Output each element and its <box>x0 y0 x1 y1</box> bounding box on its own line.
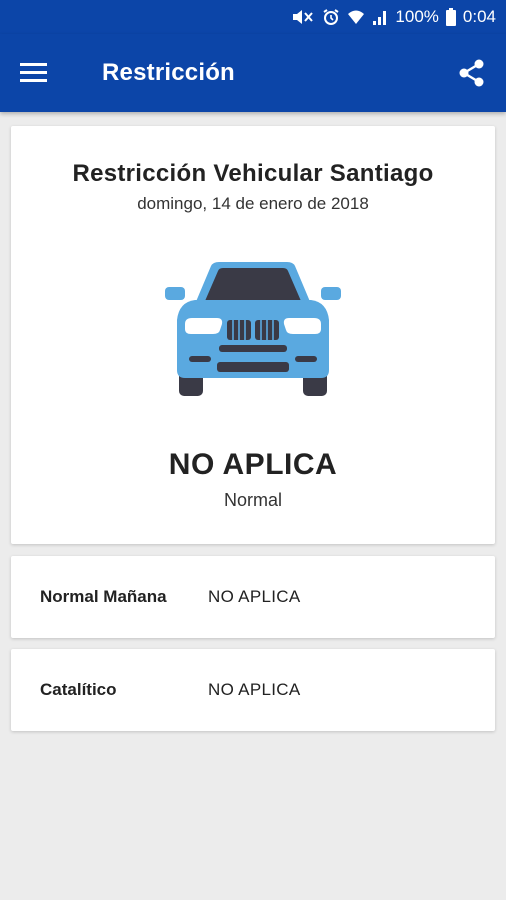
battery-icon <box>445 8 456 26</box>
restriction-card: Restricción Vehicular Santiago domingo, … <box>11 126 495 544</box>
status-bar: 100% 0:04 <box>0 0 506 34</box>
row-value: NO APLICA <box>208 587 301 606</box>
alarm-icon <box>322 8 340 26</box>
car-front-icon <box>165 258 341 398</box>
app-title: Restricción <box>102 59 235 86</box>
restriction-title: Restricción Vehicular Santiago <box>72 160 434 187</box>
clock-time: 0:04 <box>462 7 496 26</box>
row-label: Catalítico <box>40 680 117 699</box>
normal-tomorrow-card: Normal Mañana NO APLICA <box>11 556 495 638</box>
restriction-date: domingo, 14 de enero de 2018 <box>137 194 369 213</box>
battery-percent: 100% <box>395 7 439 26</box>
row-value: NO APLICA <box>208 680 301 699</box>
catalytic-card: Catalítico NO APLICA <box>11 649 495 731</box>
row-label: Normal Mañana <box>40 587 167 606</box>
share-icon[interactable] <box>456 57 488 89</box>
restriction-category: Normal <box>223 490 282 510</box>
restriction-status: NO APLICA <box>168 448 338 481</box>
mute-icon <box>291 8 315 26</box>
wifi-icon <box>347 8 365 26</box>
hamburger-menu-icon[interactable] <box>20 58 50 88</box>
app-bar: Restricción <box>0 34 506 112</box>
signal-icon <box>372 9 388 25</box>
